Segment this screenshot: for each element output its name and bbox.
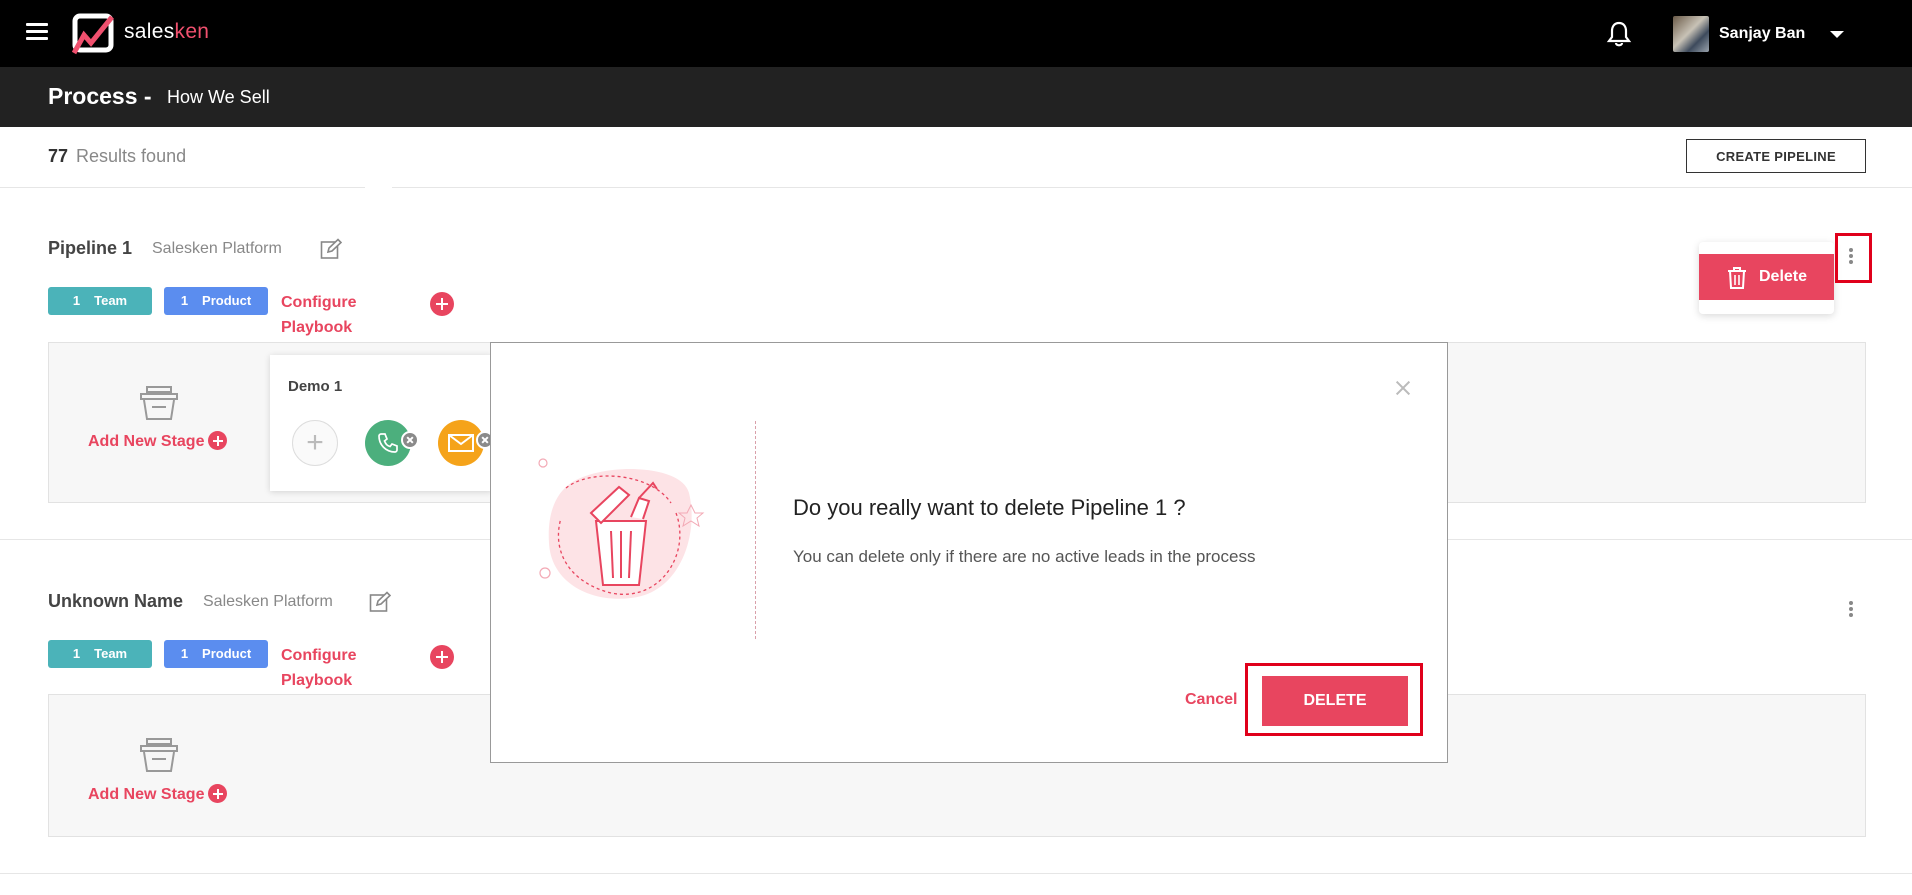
add-new-stage-button[interactable]: Add New Stage <box>88 431 228 451</box>
create-pipeline-button[interactable]: CREATE PIPELINE <box>1686 139 1866 173</box>
pipeline-title: Unknown Name <box>48 591 184 611</box>
cancel-button[interactable]: Cancel <box>1185 691 1237 709</box>
dialog-title: Do you really want to delete Pipeline 1 … <box>793 495 1186 520</box>
product-chip[interactable]: 1 Product <box>164 640 268 668</box>
edit-icon[interactable] <box>369 591 391 613</box>
remove-call-icon[interactable] <box>401 431 419 449</box>
delete-button[interactable]: DELETE <box>1262 676 1408 726</box>
pipeline-platform: Salesken Platform <box>152 240 282 257</box>
salesken-logo-icon <box>72 13 114 55</box>
product-chip[interactable]: 1 Product <box>164 287 268 315</box>
divider <box>392 187 1912 188</box>
mail-icon <box>448 434 474 452</box>
trash-illustration-icon <box>538 458 705 599</box>
context-delete-item[interactable]: Delete <box>1699 254 1834 300</box>
context-menu: Delete <box>1699 242 1834 314</box>
caret-down-icon[interactable] <box>1830 31 1844 38</box>
page-title: Process - <box>48 83 152 109</box>
trash-icon <box>1728 267 1746 289</box>
stage-card: Demo 1 + <box>270 355 492 491</box>
add-playbook-icon[interactable] <box>430 292 454 316</box>
results-count: 77 Results found <box>48 146 187 166</box>
team-chip[interactable]: 1 Team <box>48 287 152 315</box>
divider <box>755 421 756 639</box>
add-action-button[interactable]: + <box>292 420 338 466</box>
divider <box>0 187 365 188</box>
hamburger-icon[interactable] <box>26 23 48 41</box>
pipeline-platform: Salesken Platform <box>203 593 333 610</box>
phone-icon <box>378 433 398 453</box>
edit-icon[interactable] <box>320 238 342 260</box>
divider <box>0 873 1912 874</box>
stage-title: Demo 1 <box>288 378 343 395</box>
close-icon[interactable] <box>1394 379 1412 397</box>
process-name: How We Sell <box>167 87 270 107</box>
brand-name: salesken <box>124 20 210 43</box>
delete-confirm-dialog: Do you really want to delete Pipeline 1 … <box>490 342 1448 763</box>
page-header: Process - How We Sell <box>0 67 1912 127</box>
add-playbook-icon[interactable] <box>430 645 454 669</box>
configure-playbook-link[interactable]: Configure Playbook <box>281 643 357 693</box>
user-name[interactable]: Sanjay Ban <box>1719 25 1805 43</box>
basket-icon <box>140 386 178 420</box>
basket-icon <box>140 738 178 772</box>
bell-icon[interactable] <box>1606 20 1632 48</box>
dialog-message: You can delete only if there are no acti… <box>793 547 1256 566</box>
pipeline-title: Pipeline 1 <box>48 238 133 258</box>
configure-playbook-link[interactable]: Configure Playbook <box>281 290 357 340</box>
team-chip[interactable]: 1 Team <box>48 640 152 668</box>
add-new-stage-button[interactable]: Add New Stage <box>88 784 228 804</box>
more-options-icon[interactable] <box>1846 246 1856 266</box>
more-options-icon[interactable] <box>1846 599 1856 619</box>
top-navbar: salesken Sanjay Ban <box>0 0 1912 67</box>
avatar[interactable] <box>1673 16 1709 52</box>
